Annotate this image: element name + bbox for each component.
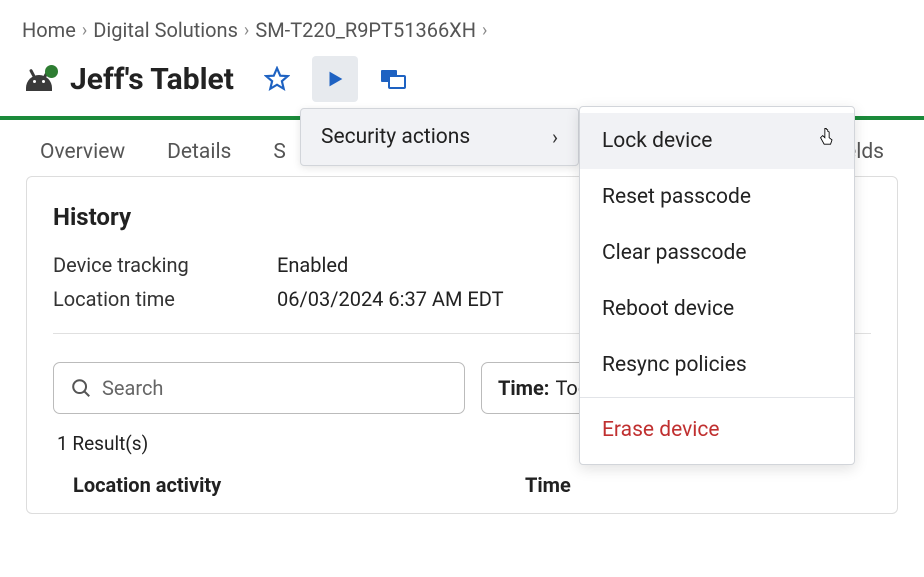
cursor-pointer-icon (818, 127, 836, 147)
breadcrumb-item-digital-solutions[interactable]: Digital Solutions (93, 18, 238, 42)
menu-item-reset-passcode[interactable]: Reset passcode (580, 169, 854, 225)
menu-item-reboot-device[interactable]: Reboot device (580, 281, 854, 337)
chevron-right-icon: › (244, 20, 249, 41)
menu-item-lock-device[interactable]: Lock device (580, 113, 854, 169)
device-tracking-label: Device tracking (53, 253, 277, 277)
breadcrumb-item-device-id[interactable]: SM-T220_R9PT51366XH (255, 18, 476, 42)
menu-divider (580, 397, 854, 398)
tab-overview[interactable]: Overview (40, 140, 125, 164)
menu-item-label: Clear passcode (602, 241, 747, 265)
breadcrumb-item-home[interactable]: Home (22, 18, 76, 42)
menu-item-erase-device[interactable]: Erase device (580, 402, 854, 458)
menu-item-resync-policies[interactable]: Resync policies (580, 337, 854, 393)
search-icon (70, 377, 92, 399)
location-time-label: Location time (53, 287, 277, 311)
android-device-icon (22, 67, 56, 91)
location-time-value: 06/03/2024 6:37 AM EDT (277, 287, 504, 311)
chevron-right-icon: › (552, 125, 558, 149)
status-dot-online (45, 65, 58, 78)
column-time: Time (525, 473, 571, 497)
actions-menu-button[interactable] (312, 56, 358, 102)
favorite-button[interactable] (254, 56, 300, 102)
remote-view-button[interactable] (370, 56, 416, 102)
menu-item-label: Lock device (602, 129, 712, 153)
search-input[interactable]: Search (53, 362, 465, 414)
security-actions-submenu: Lock device Reset passcode Clear passcod… (579, 106, 855, 465)
page-title: Jeff's Tablet (70, 62, 234, 97)
breadcrumb: Home › Digital Solutions › SM-T220_R9PT5… (0, 0, 924, 52)
menu-item-clear-passcode[interactable]: Clear passcode (580, 225, 854, 281)
tab-details[interactable]: Details (167, 140, 231, 164)
chevron-right-icon: › (482, 20, 487, 41)
menu-item-label: Resync policies (602, 353, 747, 377)
search-placeholder: Search (102, 376, 163, 400)
menu-item-label: Reboot device (602, 297, 734, 321)
menu-item-label: Erase device (602, 418, 720, 442)
device-tracking-value: Enabled (277, 253, 348, 277)
tab-partially-hidden[interactable]: S (273, 140, 285, 164)
chevron-right-icon: › (82, 20, 87, 41)
menu-item-label: Reset passcode (602, 185, 751, 209)
time-filter-label: Time: (498, 376, 549, 400)
security-actions-label: Security actions (321, 125, 470, 149)
column-location-activity: Location activity (73, 473, 525, 497)
table-header: Location activity Time (53, 467, 871, 503)
security-actions-menu[interactable]: Security actions › (300, 108, 579, 166)
